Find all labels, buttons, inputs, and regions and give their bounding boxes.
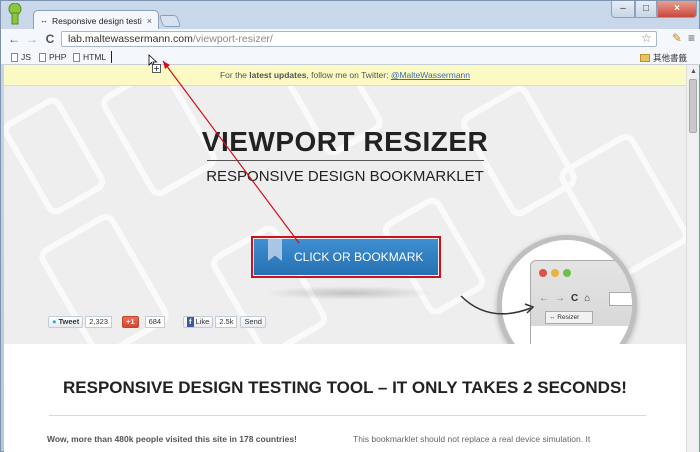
toolbar-extensions: ✎ ≡ [672, 31, 695, 45]
copy-link-icon [152, 64, 161, 73]
hero-section: VIEWPORT RESIZER RESPONSIVE DESIGN BOOKM… [4, 86, 686, 344]
visitors-text: Wow, more than 480k people visited this … [47, 434, 297, 444]
browser-toolbar: ← → C lab.maltewassermann.com/viewport-r… [1, 29, 700, 49]
traffic-lights [539, 269, 571, 277]
bookmark-star-icon[interactable]: ☆ [641, 31, 652, 45]
gplus-share: +1 684 [122, 316, 166, 328]
vertical-scrollbar[interactable]: ▲ [686, 65, 699, 452]
section-heading: RESPONSIVE DESIGN TESTING TOOL – IT ONLY… [63, 378, 627, 397]
bookmark-label: JS [21, 52, 31, 62]
tab-title: Responsive design testi [52, 15, 142, 26]
bookmark-js[interactable]: JS [11, 52, 31, 62]
curved-arrow-icon [460, 295, 535, 315]
twitter-notice-bar: For the latest updates, follow me on Twi… [4, 65, 686, 86]
mini-page [531, 326, 632, 344]
scroll-up-icon[interactable]: ▲ [690, 68, 697, 75]
reload-button[interactable]: C [41, 32, 59, 46]
bookmark-php[interactable]: PHP [39, 52, 66, 62]
page-icon [73, 52, 80, 62]
disclaimer-text: This bookmarklet should not replace a re… [353, 434, 591, 444]
bookmark-label: HTML [83, 52, 107, 62]
note-extension-icon[interactable]: ✎ [672, 31, 682, 45]
mini-forward-icon: → [555, 293, 565, 304]
window-controls: – □ × [611, 1, 697, 18]
address-bar[interactable]: lab.maltewassermann.com/viewport-resizer… [61, 31, 657, 47]
folder-icon [639, 54, 650, 62]
menu-icon[interactable]: ≡ [688, 31, 695, 45]
tweet-count: 2,323 [85, 316, 113, 328]
cta-label: CLICK OR BOOKMARK [294, 250, 424, 264]
tweet-label: Tweet [58, 317, 80, 326]
notice-bold-text: latest updates [249, 70, 307, 80]
close-light-icon [539, 269, 547, 277]
tab-close-icon[interactable]: × [147, 16, 152, 26]
send-label: Send [244, 317, 262, 326]
page-title: VIEWPORT RESIZER [201, 126, 489, 157]
bookmarklet-button[interactable]: CLICK OR BOOKMARK [254, 239, 438, 275]
tweet-button[interactable]: ● Tweet [48, 316, 84, 328]
browser-window: ↔ Responsive design testi × – □ × ← → C … [0, 0, 700, 452]
mini-reload-icon: C [571, 293, 579, 304]
other-bookmarks[interactable]: 其他書籤 [639, 52, 687, 64]
send-button[interactable]: Send [240, 316, 266, 328]
maximize-button[interactable]: □ [635, 1, 657, 18]
like-count: 2.5k [215, 316, 238, 328]
web-page: For the latest updates, follow me on Twi… [4, 65, 686, 452]
title-divider [207, 160, 484, 161]
resize-favicon-icon: ↔ [40, 16, 48, 25]
forward-button[interactable]: → [23, 32, 41, 46]
mini-home-icon: ⌂ [584, 293, 591, 304]
gplus-button[interactable]: +1 [122, 316, 139, 328]
minimize-light-icon [551, 269, 559, 277]
twitter-share: ● Tweet 2,323 [48, 316, 113, 328]
bookmark-ribbon-icon [268, 239, 282, 261]
profile-avatar-icon[interactable] [7, 3, 23, 25]
minimize-button[interactable]: – [611, 1, 635, 18]
section-divider [49, 415, 646, 416]
back-button[interactable]: ← [5, 32, 23, 46]
twitter-link[interactable]: @MalteWassermann [391, 70, 470, 80]
zoom-light-icon [563, 269, 571, 277]
new-tab-button[interactable] [158, 15, 182, 27]
bookmark-label: PHP [49, 52, 67, 62]
mini-back-icon: ← [539, 293, 549, 304]
url-host: lab.maltewassermann.com [68, 33, 193, 45]
mini-address-bar [609, 292, 632, 306]
tab-strip: ↔ Responsive design testi × – □ × [1, 1, 700, 30]
url-path: /viewport-resizer/ [192, 33, 273, 45]
scrollbar-thumb[interactable] [689, 79, 697, 133]
mini-browser: ← → C ⌂ ↔ Resizer [530, 260, 632, 344]
notice-text: For the [219, 70, 250, 80]
page-icon [11, 52, 18, 62]
bookmark-html[interactable]: HTML [73, 52, 106, 62]
gplus-count: 684 [144, 316, 166, 328]
page-subtitle: RESPONSIVE DESIGN BOOKMARKLET [206, 168, 484, 185]
cta-shadow [264, 286, 434, 300]
drop-insertion-marker [111, 51, 112, 63]
mini-resizer-bookmark: ↔ Resizer [545, 311, 593, 324]
notice-text-middle: , follow me on Twitter: [306, 70, 391, 80]
facebook-share: f Like 2.5k Send [183, 316, 266, 328]
mini-nav: ← → C ⌂ [539, 293, 590, 304]
tab-responsive-design[interactable]: ↔ Responsive design testi × [33, 10, 159, 30]
like-label: Like [195, 317, 210, 326]
facebook-icon: f [187, 317, 194, 327]
bookmarks-bar: JS PHP HTML 其他書籤 [1, 49, 700, 65]
other-bookmarks-label: 其他書籤 [652, 53, 687, 63]
twitter-bird-icon: ● [52, 317, 57, 326]
like-button[interactable]: f Like [183, 316, 214, 328]
close-window-button[interactable]: × [657, 1, 697, 18]
page-icon [39, 52, 46, 62]
gplus-label: +1 [126, 317, 135, 326]
